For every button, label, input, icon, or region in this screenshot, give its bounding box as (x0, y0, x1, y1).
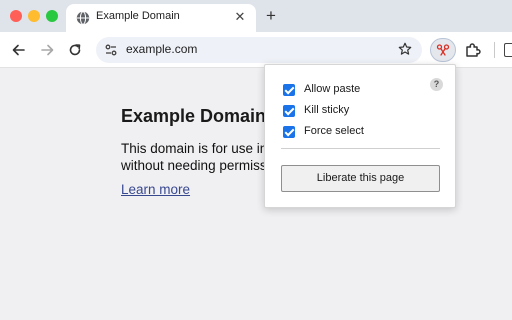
kill-sticky-checkbox[interactable] (283, 105, 295, 117)
option-label: Allow paste (304, 83, 361, 95)
tab-title: Example Domain (96, 10, 180, 22)
force-select-checkbox[interactable] (283, 126, 295, 138)
site-info-icon[interactable] (104, 43, 118, 57)
help-icon[interactable]: ? (430, 78, 443, 91)
option-label: Force select (304, 125, 364, 137)
popup-divider (281, 148, 440, 149)
url-text[interactable]: example.com (126, 42, 197, 56)
page-title: Example Domain (121, 106, 267, 126)
globe-icon (76, 11, 90, 25)
tab-strip: Example Domain ✕ + (0, 0, 512, 32)
puzzle-icon[interactable] (464, 41, 482, 59)
back-arrow-icon[interactable] (10, 41, 28, 59)
liberate-page-button[interactable]: Liberate this page (281, 165, 440, 192)
minimize-window-button[interactable] (28, 10, 40, 22)
forward-arrow-icon[interactable] (38, 41, 56, 59)
toolbar-divider (494, 42, 495, 58)
address-bar[interactable]: example.com (96, 37, 422, 63)
browser-toolbar: example.com (0, 32, 512, 68)
new-tab-button[interactable]: + (262, 6, 280, 26)
reload-icon[interactable] (66, 41, 84, 59)
learn-more-link[interactable]: Learn more (121, 182, 190, 197)
scissors-icon (436, 44, 450, 56)
tab-example-domain[interactable]: Example Domain ✕ (66, 4, 256, 32)
liberate-extension-button[interactable] (430, 38, 456, 62)
star-icon[interactable] (398, 42, 412, 56)
side-panel-icon[interactable] (504, 43, 512, 57)
extension-popup: Allow paste Kill sticky Force select ? L… (264, 64, 456, 208)
option-label: Kill sticky (304, 104, 350, 116)
close-icon[interactable]: ✕ (232, 9, 248, 25)
allow-paste-checkbox[interactable] (283, 84, 295, 96)
close-window-button[interactable] (10, 10, 22, 22)
maximize-window-button[interactable] (46, 10, 58, 22)
